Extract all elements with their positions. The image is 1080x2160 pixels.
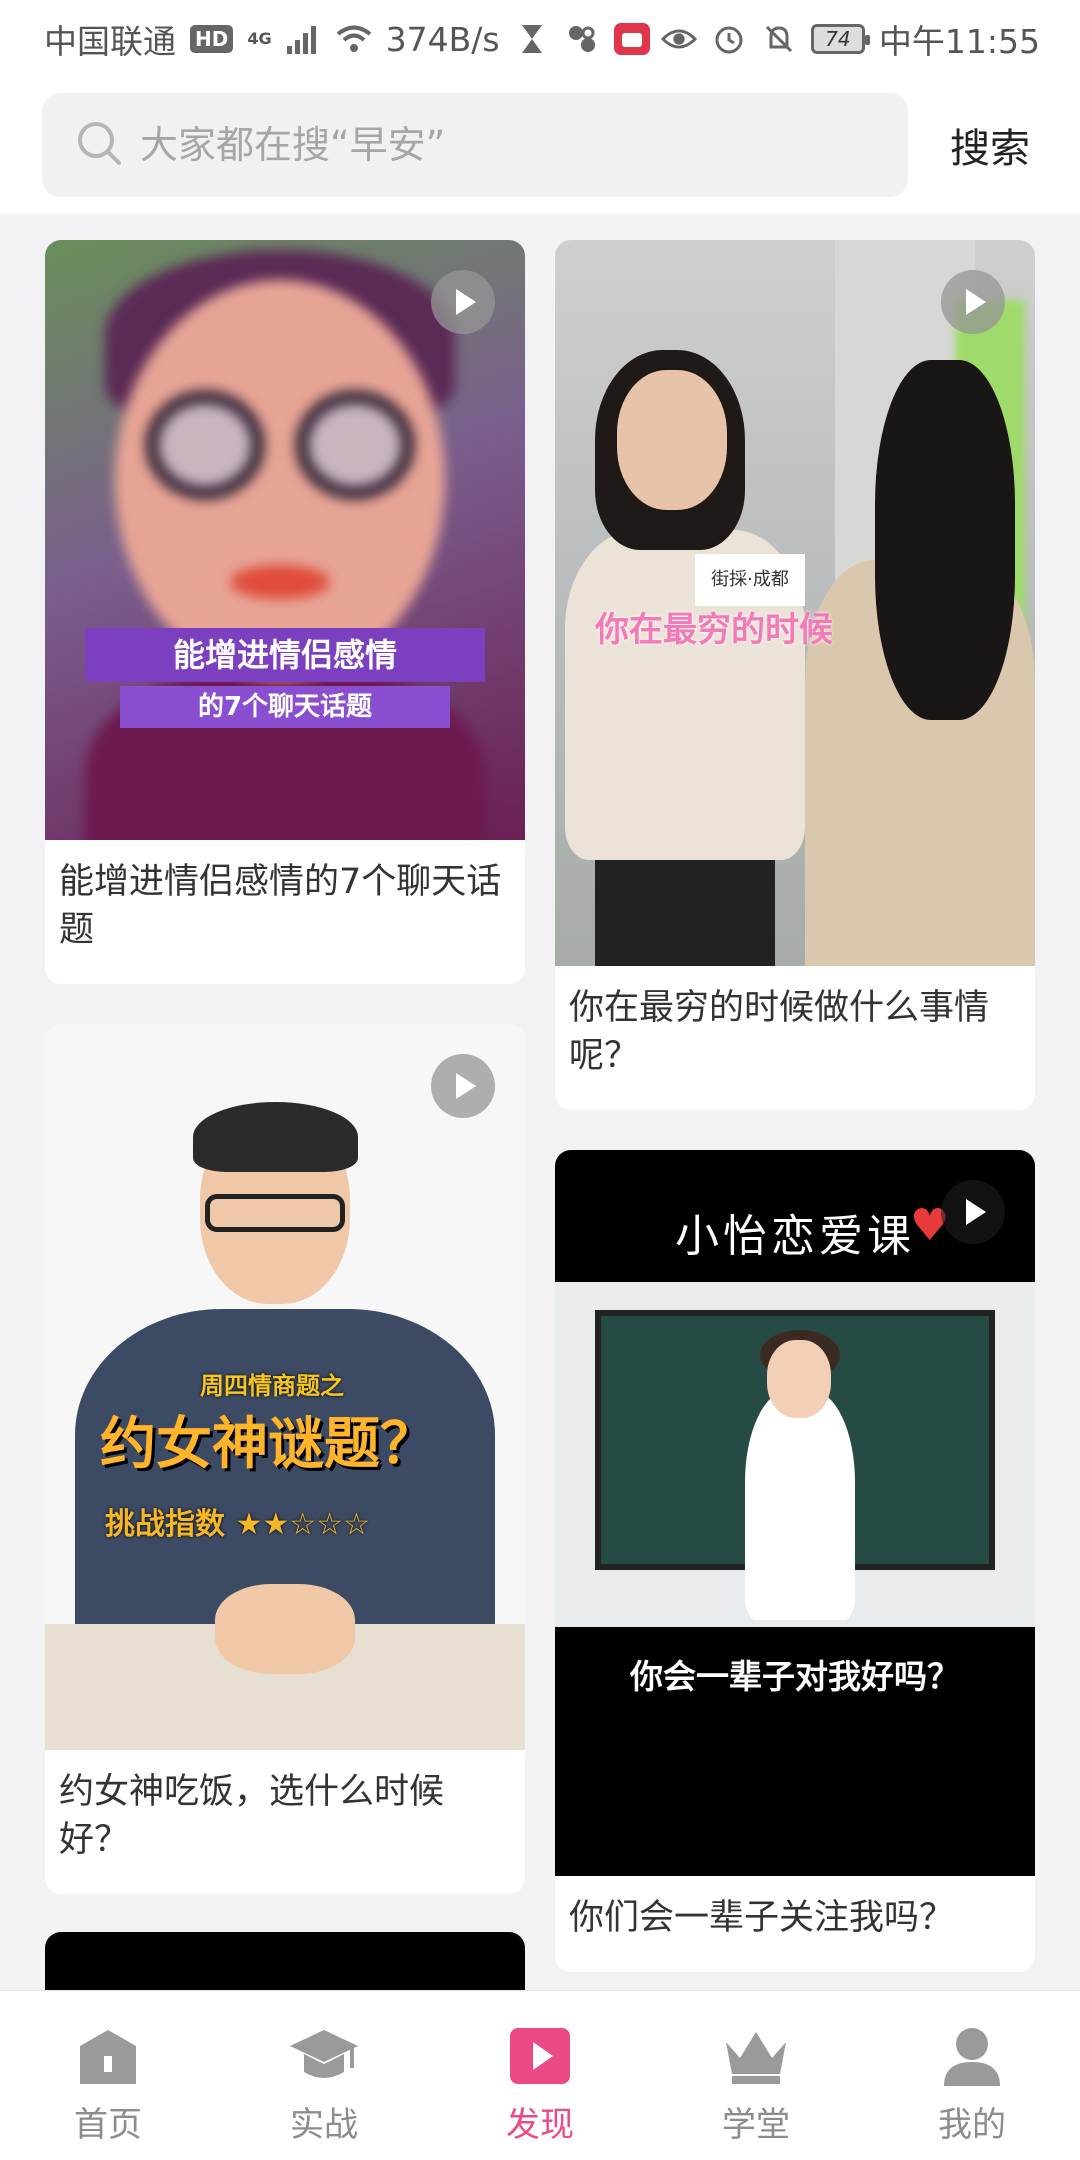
play-square-icon (500, 2021, 580, 2091)
nav-item-practice[interactable]: 实战 (224, 1991, 424, 2160)
search-button[interactable]: 搜索 (950, 116, 1030, 174)
thumb-shape (215, 1584, 355, 1674)
alarm-icon (711, 21, 747, 57)
status-left: 中国联通 HD 4G 374B/s (44, 15, 650, 63)
video-thumbnail[interactable] (45, 1932, 525, 1990)
nav-item-profile[interactable]: 我的 (872, 1991, 1072, 2160)
video-title[interactable]: 你们会一辈子关注我吗？ (555, 1876, 1035, 1972)
search-bar: 搜索 (0, 78, 1080, 214)
thumb-overlay-text: 约女神谜题？ (100, 1412, 436, 1477)
thumb-shape (875, 360, 1015, 720)
home-icon (68, 2021, 148, 2091)
nav-label: 首页 (74, 2105, 142, 2145)
video-title[interactable]: 能增进情侣感情的7个聊天话题 (45, 840, 525, 984)
hd-badge: HD (190, 25, 234, 53)
wifi-icon (336, 21, 372, 57)
video-title[interactable]: 约女神吃饭，选什么时候好？ (45, 1750, 525, 1894)
thumb-shape (295, 390, 415, 500)
eye-icon (660, 21, 697, 57)
thumb-overlay-text: 的7个聊天话题 (120, 686, 450, 728)
puzzle-icon (564, 21, 600, 57)
thumb-overlay-text: 你会一辈子对我好吗？ (630, 1657, 960, 1696)
thumb-shape (205, 1194, 345, 1232)
thumb-shape (617, 370, 727, 510)
battery-indicator: 74 (810, 24, 870, 54)
shop-app-icon (613, 23, 650, 55)
mute-bell-icon (761, 21, 797, 57)
video-card[interactable]: 街採·成都 你在最穷的时候 你在最穷的时候做什么事情呢？ (555, 240, 1035, 1110)
status-bar: 中国联通 HD 4G 374B/s 74 中午11:55 (0, 0, 1080, 78)
play-icon[interactable] (431, 270, 495, 334)
search-icon (76, 120, 122, 170)
nav-item-discover[interactable]: 发现 (440, 1991, 640, 2160)
nav-item-home[interactable]: 首页 (8, 1991, 208, 2160)
clock: 中午11:55 (878, 22, 1040, 61)
video-thumbnail[interactable]: 小怡恋爱课 ♥ 你会一辈子对我好吗？ (555, 1150, 1035, 1876)
video-card[interactable]: 周四情商题之 约女神谜题？ 挑战指数 ★★☆☆☆ 约女神吃饭，选什么时候好？ (45, 1024, 525, 1894)
network-type: 4G (247, 29, 272, 48)
play-icon[interactable] (431, 1054, 495, 1118)
video-card[interactable] (45, 1932, 525, 1990)
person-icon (932, 2021, 1012, 2091)
video-card[interactable]: 能增进情侣感情 的7个聊天话题 能增进情侣感情的7个聊天话题 (45, 240, 525, 984)
thumb-shape (767, 1340, 831, 1418)
video-thumbnail[interactable]: 街採·成都 你在最穷的时候 (555, 240, 1035, 966)
signal-icon (286, 21, 322, 57)
play-icon[interactable] (941, 1180, 1005, 1244)
nav-label: 发现 (506, 2105, 574, 2145)
nav-item-academy[interactable]: 学堂 (656, 1991, 856, 2160)
video-thumbnail[interactable]: 能增进情侣感情 的7个聊天话题 (45, 240, 525, 840)
thumb-overlay-text: 周四情商题之 (200, 1372, 344, 1400)
thumb-shape (745, 1390, 855, 1620)
search-input[interactable] (140, 123, 880, 167)
video-card[interactable]: 小怡恋爱课 ♥ 你会一辈子对我好吗？ 你们会一辈子关注我吗？ (555, 1150, 1035, 1972)
discover-feed[interactable]: 能增进情侣感情 的7个聊天话题 能增进情侣感情的7个聊天话题 街採·成都 你在最… (0, 214, 1080, 1990)
status-right: 74 中午11:55 (660, 15, 1040, 63)
nav-label: 实战 (290, 2105, 358, 2145)
video-title[interactable]: 你在最穷的时候做什么事情呢？ (555, 966, 1035, 1110)
battery-level: 74 (825, 27, 851, 51)
thumb-shape (193, 1102, 358, 1172)
network-speed: 374B/s (385, 19, 500, 59)
thumb-sign-text: 街採·成都 (695, 554, 805, 606)
thumb-overlay-text: 能增进情侣感情 (85, 628, 485, 682)
thumb-overlay-text: 挑战指数 ★★☆☆☆ (105, 1507, 370, 1542)
graduation-cap-icon (284, 2021, 364, 2091)
video-thumbnail[interactable]: 周四情商题之 约女神谜题？ 挑战指数 ★★☆☆☆ (45, 1024, 525, 1750)
carrier-label: 中国联通 (44, 22, 176, 61)
thumb-shape (145, 390, 265, 500)
hourglass-icon (514, 21, 550, 57)
thumb-shape (230, 565, 330, 599)
nav-label: 我的 (938, 2105, 1006, 2145)
nav-label: 学堂 (722, 2105, 790, 2145)
play-icon[interactable] (941, 270, 1005, 334)
crown-icon (716, 2021, 796, 2091)
thumb-overlay-text: 你在最穷的时候 (595, 610, 833, 650)
search-box[interactable] (42, 93, 908, 197)
bottom-navigation: 首页 实战 发现 学堂 我的 (0, 1990, 1080, 2160)
